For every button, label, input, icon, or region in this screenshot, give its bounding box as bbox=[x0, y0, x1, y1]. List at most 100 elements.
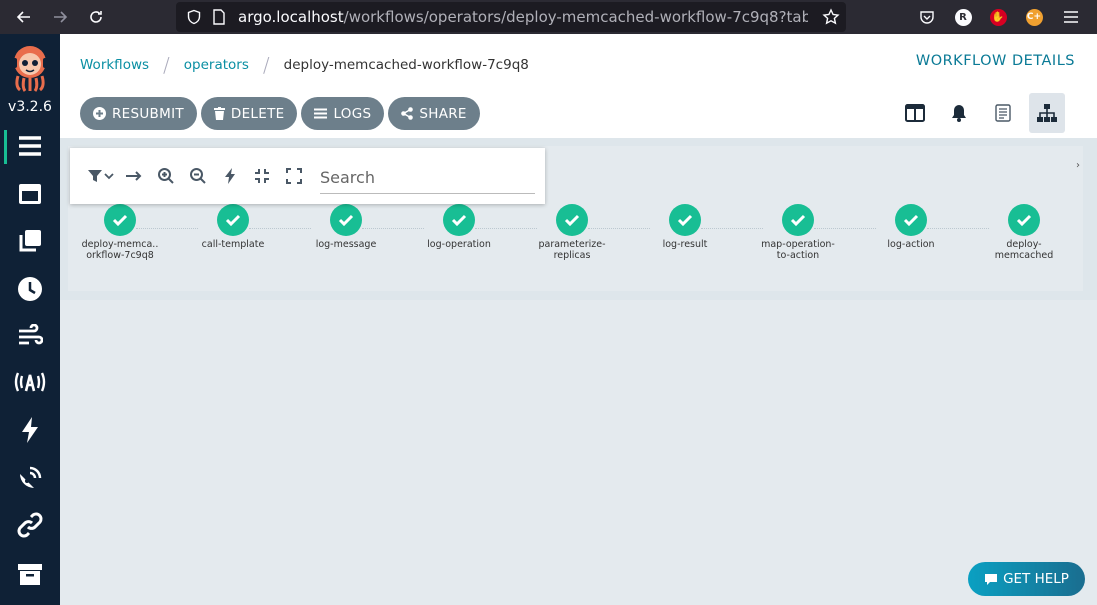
back-icon[interactable] bbox=[12, 5, 36, 29]
view-switcher bbox=[897, 93, 1065, 133]
sidebar-item-sensors[interactable] bbox=[0, 410, 60, 450]
extension-c-icon[interactable]: C+ bbox=[1024, 7, 1044, 27]
satellite-dish-icon bbox=[20, 466, 42, 488]
sidebar: v3.2.6 bbox=[0, 34, 60, 605]
expand-icon[interactable] bbox=[284, 166, 304, 186]
compress-icon[interactable] bbox=[252, 166, 272, 186]
share-icon bbox=[401, 107, 414, 120]
details-area bbox=[60, 300, 1097, 605]
menu-icon[interactable] bbox=[1061, 7, 1081, 27]
action-toolbar: RESUBMIT DELETE LOGS SHARE bbox=[80, 97, 480, 130]
node-label: parameterize-replicas bbox=[538, 239, 606, 261]
zoom-out-icon[interactable] bbox=[188, 166, 208, 186]
node-label: map-operation-to-action bbox=[761, 239, 835, 261]
success-check-icon bbox=[669, 204, 701, 236]
bolt-toggle-icon[interactable] bbox=[220, 166, 240, 186]
node-label: call-template bbox=[201, 239, 265, 250]
argo-logo-icon[interactable] bbox=[10, 44, 50, 94]
columns-icon bbox=[905, 104, 925, 122]
trash-icon bbox=[213, 107, 225, 120]
comment-icon bbox=[985, 573, 998, 585]
reload-icon[interactable] bbox=[84, 5, 108, 29]
get-help-label: GET HELP bbox=[1003, 571, 1069, 587]
success-check-icon bbox=[1008, 204, 1040, 236]
sidebar-item-workflows[interactable] bbox=[0, 126, 60, 166]
graph-node[interactable]: log-action bbox=[861, 204, 961, 250]
graph-search-input[interactable] bbox=[320, 162, 535, 194]
scroll-indicator: › bbox=[1076, 160, 1080, 171]
document-list-icon bbox=[995, 104, 1011, 122]
shield-icon[interactable] bbox=[186, 9, 202, 25]
breadcrumb-separator: / bbox=[262, 53, 270, 77]
page-icon bbox=[213, 9, 225, 25]
split-view-button[interactable] bbox=[897, 93, 933, 133]
zoom-in-icon[interactable] bbox=[156, 166, 176, 186]
breadcrumb-current: deploy-memcached-workflow-7c9q8 bbox=[283, 57, 529, 73]
sidebar-item-event-flow[interactable] bbox=[0, 316, 60, 356]
node-label: log-action bbox=[887, 239, 935, 250]
pocket-icon[interactable] bbox=[917, 7, 937, 27]
profile-r-icon[interactable]: R bbox=[953, 7, 973, 27]
breadcrumb-workflows[interactable]: Workflows bbox=[80, 57, 149, 73]
sidebar-item-archived[interactable] bbox=[0, 554, 60, 594]
sidebar-item-cluster-templates[interactable] bbox=[0, 221, 60, 261]
success-check-icon bbox=[217, 204, 249, 236]
bell-icon bbox=[952, 105, 966, 122]
get-help-button[interactable]: GET HELP bbox=[968, 562, 1085, 596]
list-icon bbox=[19, 136, 41, 156]
sidebar-item-api-docs[interactable] bbox=[0, 505, 60, 545]
node-label: log-message bbox=[315, 239, 377, 250]
resubmit-button[interactable]: RESUBMIT bbox=[80, 97, 197, 130]
logs-label: LOGS bbox=[333, 105, 372, 122]
node-label: deploy-memcached bbox=[994, 239, 1054, 261]
resubmit-label: RESUBMIT bbox=[112, 105, 184, 122]
success-check-icon bbox=[443, 204, 475, 236]
filter-dropdown-icon[interactable] bbox=[86, 166, 116, 186]
breadcrumb-namespace[interactable]: operators bbox=[184, 57, 249, 73]
success-check-icon bbox=[104, 204, 136, 236]
bolt-icon bbox=[22, 417, 38, 443]
arrow-right-icon[interactable] bbox=[124, 166, 144, 186]
forward-icon[interactable] bbox=[48, 5, 72, 29]
graph-node[interactable]: deploy-memca.. orkflow-7c9q8 bbox=[70, 204, 170, 261]
wind-icon bbox=[19, 324, 43, 345]
graph-panel: › deploy-memca.. orkflow-7c9q8 call-templ… bbox=[60, 138, 1097, 300]
graph-node[interactable]: deploy-memcached bbox=[974, 204, 1074, 261]
graph-node[interactable]: call-template bbox=[183, 204, 283, 250]
page-title: WORKFLOW DETAILS bbox=[915, 53, 1075, 69]
node-label: deploy-memca.. orkflow-7c9q8 bbox=[81, 239, 159, 261]
success-check-icon bbox=[330, 204, 362, 236]
sidebar-item-workflow-templates[interactable] bbox=[0, 174, 60, 214]
sidebar-item-event-sources[interactable] bbox=[0, 362, 60, 402]
success-check-icon bbox=[556, 204, 588, 236]
graph-node[interactable]: log-result bbox=[635, 204, 735, 250]
delete-label: DELETE bbox=[230, 105, 285, 122]
window-icon bbox=[19, 184, 41, 204]
ublock-icon[interactable]: ✋ bbox=[988, 7, 1008, 27]
sidebar-item-cron-workflows[interactable] bbox=[0, 269, 60, 309]
graph-node[interactable]: log-operation bbox=[409, 204, 509, 250]
clock-icon bbox=[18, 277, 42, 301]
graph-node[interactable]: parameterize-replicas bbox=[522, 204, 622, 261]
sidebar-item-event-bus[interactable] bbox=[0, 458, 60, 498]
clone-icon bbox=[19, 230, 41, 252]
graph-view-button[interactable] bbox=[1029, 93, 1065, 133]
bars-icon bbox=[314, 108, 328, 119]
graph-toolbar bbox=[70, 148, 545, 204]
timeline-button[interactable] bbox=[985, 93, 1021, 133]
share-button[interactable]: SHARE bbox=[388, 97, 480, 130]
graph-node[interactable]: map-operation-to-action bbox=[748, 204, 848, 261]
share-label: SHARE bbox=[419, 105, 467, 122]
main-content: › deploy-memca.. orkflow-7c9q8 call-templ… bbox=[60, 138, 1097, 605]
success-check-icon bbox=[895, 204, 927, 236]
breadcrumb-separator: / bbox=[163, 53, 170, 77]
plus-circle-icon bbox=[93, 107, 106, 120]
delete-button[interactable]: DELETE bbox=[200, 97, 298, 130]
logs-button[interactable]: LOGS bbox=[301, 97, 385, 130]
graph-node[interactable]: log-message bbox=[296, 204, 396, 250]
bookmark-star-icon[interactable] bbox=[822, 8, 840, 26]
browser-toolbar: argo.localhost/workflows/operators/deplo… bbox=[0, 0, 1097, 34]
breadcrumb: Workflows / operators / deploy-memcached… bbox=[80, 53, 529, 77]
events-button[interactable] bbox=[941, 93, 977, 133]
address-bar[interactable]: argo.localhost/workflows/operators/deplo… bbox=[176, 2, 846, 32]
